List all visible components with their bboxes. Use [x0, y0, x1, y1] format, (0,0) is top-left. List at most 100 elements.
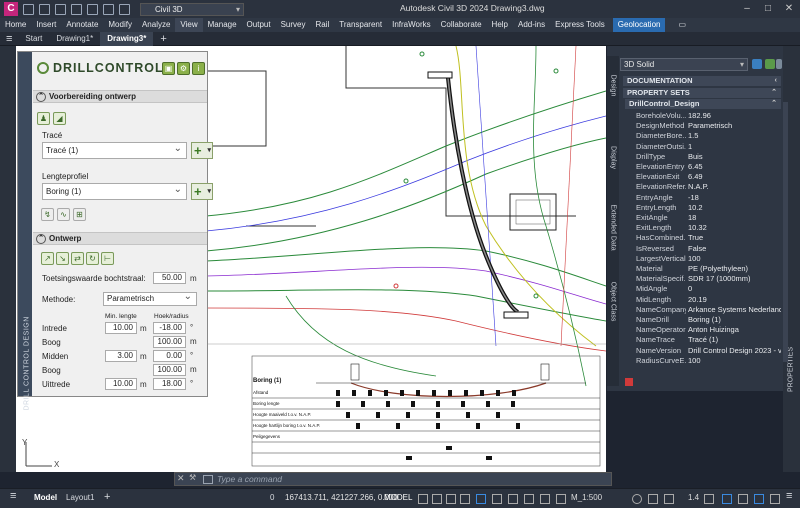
design-row-value-input[interactable]: 100.00 — [153, 336, 186, 348]
trace-select[interactable]: Tracé (1) — [42, 141, 187, 159]
property-value[interactable]: 6.49 — [688, 172, 781, 182]
tab-model[interactable]: Model — [34, 493, 57, 502]
check-radius-input[interactable]: 50.00 — [153, 272, 186, 284]
ribbon-tab-transparent[interactable]: Transparent — [334, 18, 387, 32]
command-line[interactable]: ✕ ⚒ Type a command — [174, 472, 612, 486]
info-icon[interactable]: i — [192, 62, 205, 75]
ribbon-tab-rail[interactable]: Rail — [310, 18, 334, 32]
property-value[interactable]: 20.19 — [688, 295, 781, 305]
property-row[interactable]: DiameterOutsi... 1 — [635, 142, 781, 152]
property-row[interactable]: NameTrace Tracé (1) — [635, 335, 781, 345]
design-tool-3-icon[interactable]: ⇄ — [71, 252, 84, 265]
model-space-button[interactable]: MODEL — [384, 493, 412, 502]
design-row-length-input[interactable]: 10.00 — [105, 322, 137, 334]
print-icon[interactable] — [87, 3, 98, 15]
ribbon-tab-insert[interactable]: Insert — [31, 18, 61, 32]
quick-select-icon[interactable] — [752, 59, 762, 69]
profile-tool-icon[interactable]: ◢ — [53, 112, 66, 125]
polar-icon[interactable] — [460, 494, 470, 504]
property-value[interactable]: 182.96 — [688, 111, 781, 121]
property-row[interactable]: NameOperator Anton Huizinga — [635, 325, 781, 335]
add-profile-button[interactable]: + — [191, 183, 213, 200]
properties-tab[interactable]: PROPERTIES — [788, 340, 795, 400]
property-row[interactable]: ExitLength 10.32 — [635, 223, 781, 233]
design-tool-2-icon[interactable]: ↘ — [56, 252, 69, 265]
property-row[interactable]: LargestVertical...100 — [635, 254, 781, 264]
property-row[interactable]: IsReversed False — [635, 244, 781, 254]
section-preparation[interactable]: ⌃ Voorbereiding ontwerp — [33, 90, 207, 103]
save-icon[interactable] — [55, 3, 66, 15]
units-icon[interactable] — [704, 494, 714, 504]
property-row[interactable]: MaterialSpecif... SDR 17 (1000mm) — [635, 274, 781, 284]
workspace-dropdown[interactable]: Civil 3D — [140, 2, 244, 16]
design-tool-4-icon[interactable]: ↻ — [86, 252, 99, 265]
palette-icon-button[interactable]: ▣ — [162, 62, 175, 75]
snap-icon[interactable] — [432, 494, 442, 504]
lock-ui-icon[interactable] — [738, 494, 748, 504]
design-row-length-input[interactable]: 3.00 — [105, 350, 137, 362]
open-icon[interactable] — [39, 3, 50, 15]
grid-icon[interactable] — [418, 494, 428, 504]
command-input[interactable]: Type a command — [217, 474, 282, 484]
select-objects-icon[interactable] — [765, 59, 775, 69]
settings-icon[interactable]: ⚙ — [177, 62, 190, 75]
otrack-icon[interactable] — [508, 494, 518, 504]
property-value[interactable]: Parametrisch — [688, 121, 781, 131]
redo-icon[interactable] — [119, 3, 130, 15]
annotation-scale[interactable]: M_1:500 — [571, 493, 602, 502]
property-value[interactable]: 1.5 — [688, 131, 781, 141]
property-value[interactable]: Drill Control Design 2023 - v... — [688, 346, 781, 356]
ribbon-tab-view[interactable]: View — [175, 18, 203, 32]
ribbon-tab-analyze[interactable]: Analyze — [137, 18, 175, 32]
menu-icon[interactable]: ≡ — [10, 490, 16, 502]
property-row[interactable]: ElevationExit 6.49 — [635, 172, 781, 182]
ribbon-minimize-icon[interactable]: ▭ — [673, 18, 691, 32]
category-documentation[interactable]: DOCUMENTATION ‹ — [623, 76, 781, 86]
tab-start[interactable]: Start — [18, 32, 49, 46]
design-row-length-input[interactable]: 10.00 — [105, 378, 137, 390]
isolate-objects-icon[interactable] — [754, 494, 764, 504]
property-value[interactable]: 1 — [688, 142, 781, 152]
trace-tool-icon[interactable]: ♟ — [37, 112, 50, 125]
ribbon-tab-home[interactable]: Home — [0, 18, 31, 32]
property-row[interactable]: DiameterBore... 1.5 — [635, 131, 781, 141]
annotation-monitor-icon[interactable] — [664, 494, 674, 504]
property-row[interactable]: DesignMethod Parametrisch — [635, 121, 781, 131]
workspace-gear-icon[interactable] — [632, 494, 642, 504]
property-value[interactable]: 6.45 — [688, 162, 781, 172]
quick-properties-icon[interactable] — [722, 494, 732, 504]
add-layout-icon[interactable]: + — [104, 491, 110, 503]
plus-icon[interactable] — [648, 494, 658, 504]
property-row[interactable]: Material PE (Polyethyleen) — [635, 264, 781, 274]
tab-design[interactable]: Design — [610, 56, 617, 116]
ribbon-tab-add-ins[interactable]: Add-ins — [513, 18, 550, 32]
osnap-icon[interactable] — [492, 494, 502, 504]
clean-screen-icon[interactable] — [770, 494, 780, 504]
profile-select[interactable]: Boring (1) — [42, 182, 187, 200]
lineweight-icon[interactable] — [524, 494, 534, 504]
tab-extended-data[interactable]: Extended Data — [610, 198, 617, 258]
property-sets-icon[interactable] — [625, 378, 633, 386]
property-value[interactable]: Boring (1) — [688, 315, 781, 325]
ribbon-tab-infraworks[interactable]: InfraWorks — [387, 18, 436, 32]
ribbon-tab-express-tools[interactable]: Express Tools — [550, 18, 610, 32]
property-value[interactable]: True — [688, 233, 781, 243]
close-command-icon[interactable]: ✕ — [177, 473, 185, 484]
ribbon-tab-survey[interactable]: Survey — [276, 18, 311, 32]
design-row-value-input[interactable]: 0.00 — [153, 350, 186, 362]
isodraft-icon[interactable] — [476, 494, 486, 504]
save-as-icon[interactable] — [71, 3, 82, 15]
minimize-icon[interactable]: – — [738, 2, 756, 15]
menu-icon[interactable]: ≡ — [0, 32, 18, 46]
property-row[interactable]: MidAngle 0 — [635, 284, 781, 294]
property-row[interactable]: EntryAngle -18 — [635, 193, 781, 203]
property-value[interactable]: False — [688, 244, 781, 254]
customization-icon[interactable]: ≡ — [786, 490, 792, 502]
property-value[interactable]: 100 — [688, 356, 781, 366]
design-row-value-input[interactable]: -18.00 — [153, 322, 186, 334]
design-row-value-input[interactable]: 18.00 — [153, 378, 186, 390]
property-row[interactable]: BoreholeVolu... 182.96 — [635, 111, 781, 121]
tab-object-class[interactable]: Object Class — [610, 272, 617, 332]
palette-side-title[interactable]: DRILL CONTROL DESIGN — [18, 52, 32, 411]
profile-graph-icon[interactable]: ∿ — [57, 208, 70, 221]
